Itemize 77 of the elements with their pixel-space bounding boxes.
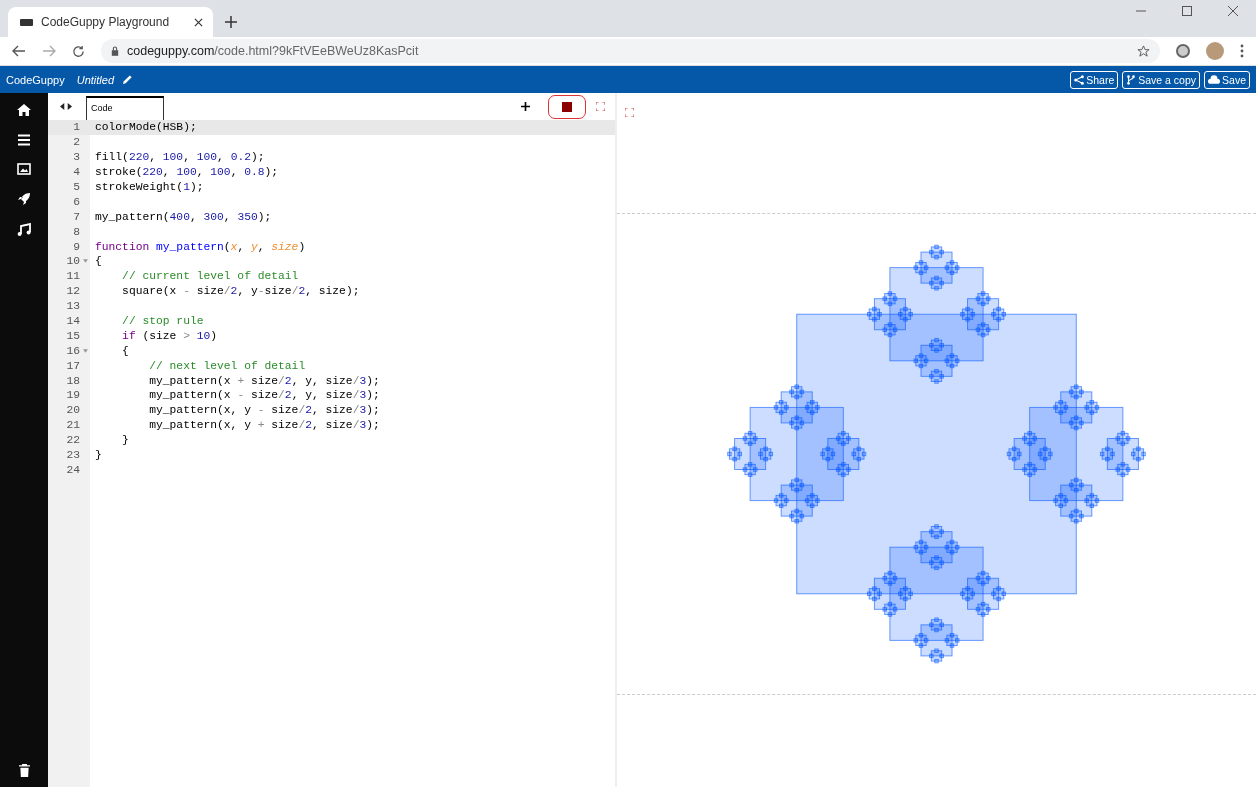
address-bar[interactable]: codeguppy.com/code.html?9kFtVEeBWeUz8KasPcit <box>101 39 1160 63</box>
app-brand[interactable]: CodeGuppy <box>6 73 65 86</box>
fullscreen-icon[interactable] <box>625 108 634 117</box>
line-number: 14 <box>65 315 80 327</box>
code-line: { <box>94 255 102 268</box>
code-line: strokeWeight(1); <box>94 181 204 193</box>
share-icon <box>1074 74 1085 85</box>
trash-icon[interactable] <box>18 764 30 777</box>
line-number: 10 <box>65 255 80 268</box>
image-icon[interactable] <box>17 163 31 175</box>
code-line: } <box>94 449 102 462</box>
music-icon[interactable] <box>17 223 31 237</box>
fullscreen-icon[interactable] <box>596 102 605 111</box>
save-copy-button[interactable]: Save a copy <box>1122 70 1201 89</box>
avatar-icon[interactable] <box>1206 42 1224 60</box>
code-line: my_pattern(x, y - size/2, size/3); <box>148 404 380 417</box>
code-line: stroke(220, 100, 100, 0.8); <box>94 166 279 179</box>
close-icon[interactable] <box>194 17 203 27</box>
save-button[interactable]: Save <box>1204 70 1250 89</box>
line-number: 24 <box>65 463 80 476</box>
line-number: 7 <box>72 210 80 223</box>
line-number: 18 <box>65 374 80 387</box>
line-number: 15 <box>65 329 80 342</box>
more-icon[interactable] <box>1240 44 1244 58</box>
pencil-icon[interactable] <box>122 74 133 85</box>
code-line: if (size > 10) <box>121 329 218 342</box>
maximize-icon[interactable] <box>1182 6 1192 16</box>
line-number: 19 <box>65 389 80 402</box>
line-number: 13 <box>65 300 80 313</box>
line-number: 16 <box>65 344 80 357</box>
code-line: // next level of detail <box>148 359 306 372</box>
code-line: my_pattern(x, y + size/2, size/3); <box>148 419 380 432</box>
code-line: square(x - size/2, y-size/2, size); <box>121 285 360 298</box>
code-line: my_pattern(x - size/2, y, size/3); <box>148 389 380 402</box>
line-number: 12 <box>65 285 80 298</box>
browser-tab[interactable]: CodeGuppy Playground <box>8 7 213 37</box>
code-line: // current level of detail <box>121 270 299 283</box>
menu-icon[interactable] <box>17 134 31 146</box>
line-number: 17 <box>65 359 80 372</box>
line-number: 2 <box>72 136 80 149</box>
lock-icon <box>111 46 119 56</box>
stop-button[interactable] <box>548 94 586 119</box>
line-number: 5 <box>72 181 80 193</box>
code-line: colorMode(HSB); <box>94 121 197 134</box>
line-number: 22 <box>65 434 80 447</box>
line-number: 23 <box>65 449 80 462</box>
add-icon[interactable] <box>521 102 530 111</box>
line-number: 6 <box>72 195 80 208</box>
line-number: 20 <box>65 404 80 417</box>
line-number: 4 <box>72 166 80 179</box>
share-button[interactable]: Share <box>1070 70 1119 89</box>
code-line: my_pattern(400, 300, 350); <box>94 210 272 223</box>
rocket-icon[interactable] <box>17 192 31 206</box>
line-number: 3 <box>72 151 80 164</box>
code-line: my_pattern(x + size/2, y, size/3); <box>148 374 380 387</box>
document-title[interactable]: Untitled <box>76 73 114 86</box>
home-icon[interactable] <box>16 103 32 117</box>
line-number: 1 <box>72 121 80 134</box>
line-number: 21 <box>65 419 80 432</box>
collapse-arrows-icon[interactable] <box>60 103 72 110</box>
line-number: 9 <box>72 240 80 253</box>
code-line: } <box>121 434 129 447</box>
new-tab-icon[interactable] <box>225 16 237 28</box>
star-icon[interactable] <box>1137 44 1150 58</box>
extension-icon[interactable] <box>1176 44 1190 58</box>
site-logo-icon <box>20 18 33 26</box>
code-line: function my_pattern(x, y, size) <box>94 240 306 253</box>
close-icon[interactable] <box>1228 6 1238 16</box>
branch-icon <box>1126 74 1137 85</box>
code-line: { <box>121 344 129 357</box>
code-line: // stop rule <box>121 315 204 327</box>
reload-icon[interactable] <box>72 44 85 58</box>
line-number: 11 <box>65 270 80 283</box>
back-icon[interactable] <box>12 45 26 57</box>
cloud-icon <box>1208 75 1221 84</box>
code-line: fill(220, 100, 100, 0.2); <box>94 151 265 164</box>
line-number: 8 <box>72 225 80 238</box>
